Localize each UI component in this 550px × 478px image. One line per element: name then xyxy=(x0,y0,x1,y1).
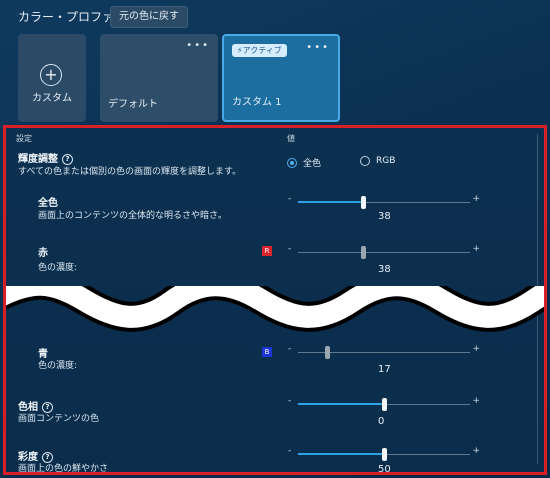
radio-all-colors[interactable]: 全色 xyxy=(287,156,321,169)
decrease-icon[interactable]: - xyxy=(288,244,291,254)
slider-thumb[interactable] xyxy=(382,398,387,411)
radio-rgb[interactable]: RGB xyxy=(360,156,395,166)
hue-slider[interactable]: - + xyxy=(288,396,480,411)
blue-value: 17 xyxy=(378,364,391,375)
blue-chip: B xyxy=(262,347,272,357)
radio-label: 全色 xyxy=(303,159,322,169)
radio-unselected-icon xyxy=(360,156,370,166)
radio-label: RGB xyxy=(376,156,396,166)
profile-card-label: カスタム xyxy=(32,93,72,104)
profile-card-label: カスタム 1 xyxy=(232,97,282,108)
active-badge-label: アクティブ xyxy=(242,46,282,55)
slider-thumb[interactable] xyxy=(361,196,367,209)
slider-fill xyxy=(298,453,384,455)
all-color-value: 38 xyxy=(378,211,391,222)
hue-value: 0 xyxy=(378,416,385,427)
blue-slider[interactable]: - + xyxy=(288,344,480,359)
active-badge: ⚡アクティブ xyxy=(232,44,287,57)
increase-icon[interactable]: + xyxy=(472,446,480,456)
brightness-title: 輝度調整? xyxy=(18,150,73,165)
settings-column-header: 設定 xyxy=(16,134,32,143)
radio-selected-icon xyxy=(287,157,297,168)
slider-track xyxy=(298,352,470,353)
slider-thumb[interactable] xyxy=(361,246,367,259)
all-color-slider[interactable]: - + xyxy=(288,194,480,209)
all-color-desc: 画面上のコンテンツの全体的な明るさや暗さ。 xyxy=(38,211,228,221)
more-options-icon[interactable]: ••• xyxy=(186,40,210,51)
profile-card-custom[interactable]: + カスタム xyxy=(18,34,86,122)
profile-card-default[interactable]: ••• デフォルト xyxy=(100,34,218,122)
reset-colors-button[interactable]: 元の色に戻す xyxy=(110,6,188,28)
decrease-icon[interactable]: - xyxy=(288,396,291,406)
decrease-icon[interactable]: - xyxy=(288,446,291,456)
saturation-desc: 画面上の色の鮮やかさ xyxy=(18,464,109,474)
red-title: 赤 xyxy=(38,248,48,259)
red-slider[interactable]: - + xyxy=(288,244,480,259)
increase-icon[interactable]: + xyxy=(472,344,480,354)
more-options-icon[interactable]: ••• xyxy=(306,42,330,53)
settings-panel: 設定 値 輝度調整? すべての色または個別の色の画面の輝度を調整します。 全色 … xyxy=(3,125,547,475)
slider-thumb[interactable] xyxy=(382,448,387,461)
decrease-icon[interactable]: - xyxy=(288,194,291,204)
red-chip: R xyxy=(262,246,272,256)
red-value: 38 xyxy=(378,264,391,275)
increase-icon[interactable]: + xyxy=(472,396,480,406)
saturation-slider[interactable]: - + xyxy=(288,446,480,461)
decrease-icon[interactable]: - xyxy=(288,344,291,354)
slider-thumb[interactable] xyxy=(325,346,331,359)
slider-track xyxy=(298,252,470,253)
increase-icon[interactable]: + xyxy=(472,194,480,204)
hue-desc: 画面コンテンツの色 xyxy=(18,414,100,424)
slider-fill xyxy=(298,403,384,405)
profile-card-custom-1[interactable]: ⚡アクティブ ••• カスタム 1 xyxy=(222,34,340,122)
slider-fill xyxy=(298,201,364,203)
blue-desc: 色の濃度: xyxy=(38,361,78,371)
plus-icon: + xyxy=(40,64,62,86)
profile-card-label: デフォルト xyxy=(108,99,158,110)
all-color-title: 全色 xyxy=(38,198,58,209)
increase-icon[interactable]: + xyxy=(472,244,480,254)
brightness-desc: すべての色または個別の色の画面の輝度を調整します。 xyxy=(18,167,242,177)
saturation-value: 50 xyxy=(378,464,391,475)
red-desc: 色の濃度: xyxy=(38,263,78,273)
help-icon[interactable]: ? xyxy=(62,153,73,165)
value-column-header: 値 xyxy=(287,134,295,143)
